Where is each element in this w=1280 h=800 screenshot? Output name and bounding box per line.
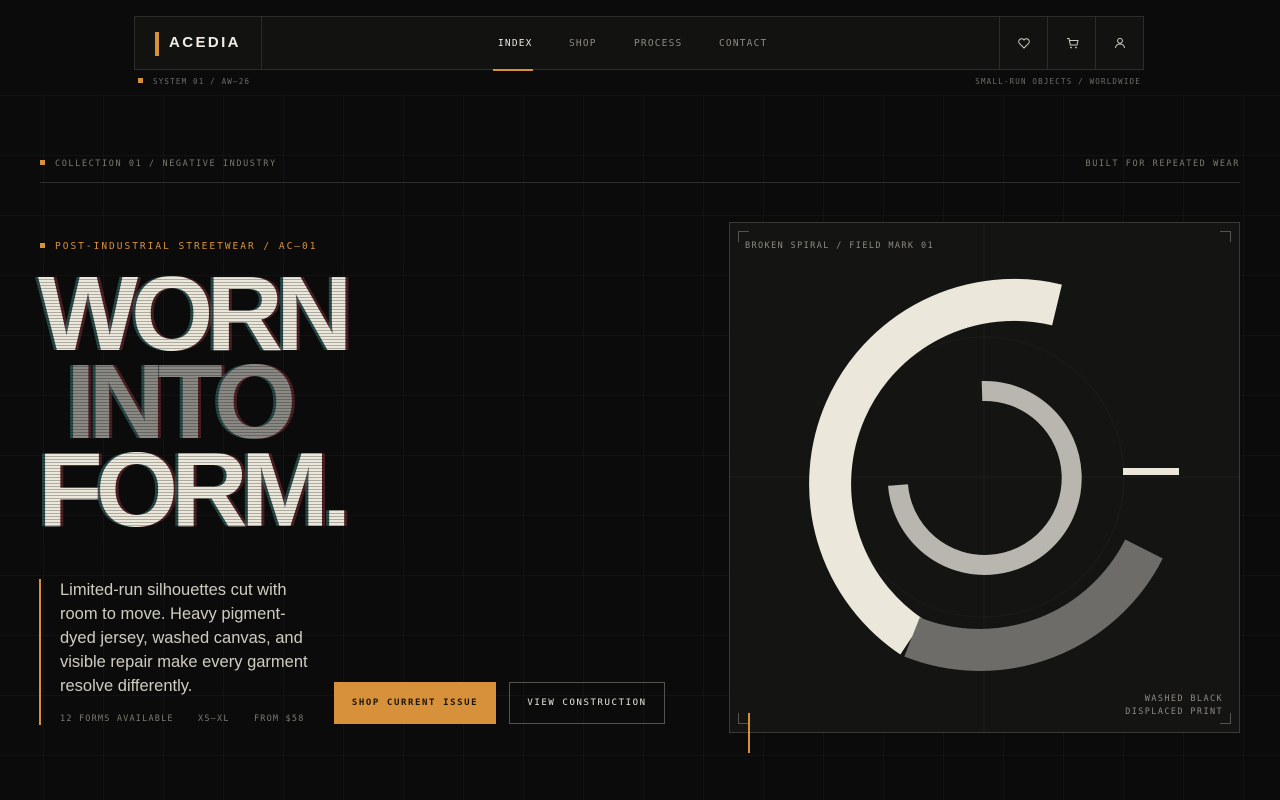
hero-eyebrow: POST-INDUSTRIAL STREETWEAR / AC—01 xyxy=(40,241,317,252)
top-navigation: ACEDIA INDEX SHOP PROCESS CONTACT xyxy=(134,16,1145,71)
headline-line-3: FORM. xyxy=(38,431,351,549)
nav-link-index[interactable]: INDEX xyxy=(498,38,533,49)
nav-links: INDEX SHOP PROCESS CONTACT xyxy=(135,17,1145,71)
artwork-panel: BROKEN SPIRAL / FIELD MARK 01 WASHED BLA… xyxy=(729,222,1240,733)
collection-label: COLLECTION 01 / NEGATIVE INDUSTRY xyxy=(40,159,277,169)
artwork-caption-line-1: WASHED BLACK xyxy=(1144,694,1223,704)
account-button[interactable] xyxy=(1095,17,1144,69)
collection-label-text: COLLECTION 01 / NEGATIVE INDUSTRY xyxy=(55,159,277,169)
hero-eyebrow-text: POST-INDUSTRIAL STREETWEAR / AC—01 xyxy=(55,241,318,252)
broken-spiral-graphic xyxy=(730,223,1239,732)
wishlist-button[interactable] xyxy=(999,17,1048,69)
system-tag-text: SYSTEM 01 / AW—26 xyxy=(153,77,251,86)
description-accent-bar xyxy=(39,579,41,725)
heart-icon xyxy=(1018,37,1030,49)
shipping-tag: SMALL-RUN OBJECTS / WORLDWIDE xyxy=(975,77,1141,86)
artwork-caption-line-2: DISPLACED PRINT xyxy=(1125,707,1223,717)
artwork-accent-tick xyxy=(748,713,750,753)
nav-link-contact[interactable]: CONTACT xyxy=(719,38,767,49)
view-construction-button[interactable]: VIEW CONSTRUCTION xyxy=(509,682,665,724)
built-label: BUILT FOR REPEATED WEAR xyxy=(1085,159,1240,169)
accent-square xyxy=(40,243,45,248)
nav-link-process[interactable]: PROCESS xyxy=(634,38,682,49)
cart-icon xyxy=(1066,38,1079,49)
price-from: FROM $58 xyxy=(253,714,305,724)
section-divider xyxy=(40,182,1240,183)
size-range: XS—XL xyxy=(198,714,230,724)
accent-square xyxy=(138,78,143,83)
accent-square xyxy=(40,160,45,165)
product-meta: 12 FORMS AVAILABLE XS—XL FROM $58 xyxy=(60,714,323,724)
cart-button[interactable] xyxy=(1047,17,1096,69)
nav-link-shop[interactable]: SHOP xyxy=(569,38,597,49)
forms-available: 12 FORMS AVAILABLE xyxy=(60,714,174,724)
system-tag: SYSTEM 01 / AW—26 xyxy=(138,77,250,86)
shop-current-issue-button[interactable]: SHOP CURRENT ISSUE xyxy=(334,682,496,724)
artwork-caption: WASHED BLACK DISPLACED PRINT xyxy=(1125,693,1223,719)
hero-description: Limited-run silhouettes cut with room to… xyxy=(60,581,308,695)
nav-active-indicator xyxy=(493,69,533,71)
user-icon xyxy=(1115,37,1125,49)
